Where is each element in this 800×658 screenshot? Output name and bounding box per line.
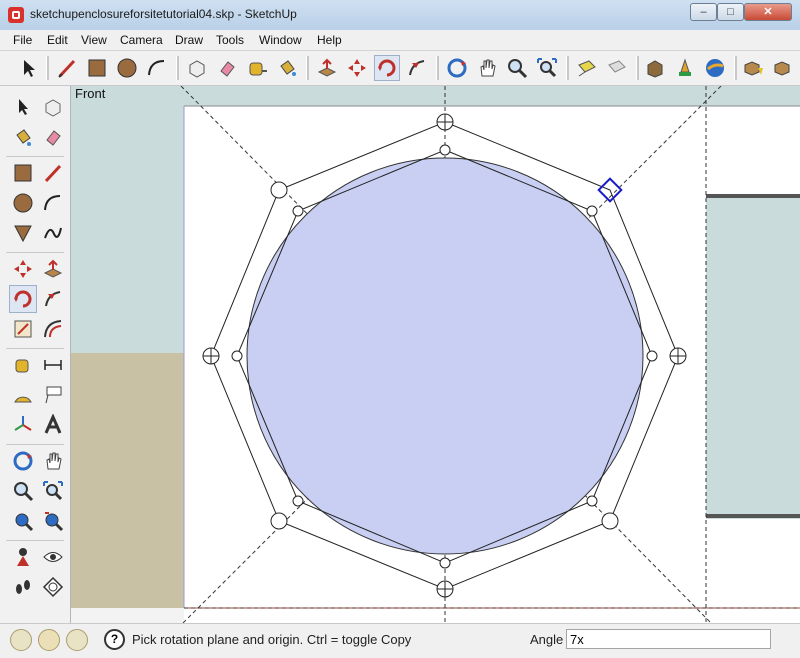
circle-face	[246, 157, 644, 555]
zoom-icon[interactable]	[9, 477, 37, 505]
3d-warehouse-icon[interactable]	[642, 55, 668, 81]
menu-edit[interactable]: Edit	[47, 33, 68, 47]
title-bar: sketchupenclosureforsitetutorial04.skp -…	[0, 0, 800, 31]
arc-icon[interactable]	[144, 55, 170, 81]
polygon-icon[interactable]	[9, 219, 37, 247]
model-canvas[interactable]	[71, 86, 800, 623]
sky-area	[71, 86, 184, 353]
paint-bucket-icon[interactable]	[274, 55, 300, 81]
help-icon[interactable]: ?	[104, 629, 125, 650]
move-icon[interactable]	[344, 55, 370, 81]
close-button[interactable]: ✕	[744, 3, 792, 21]
select-icon[interactable]	[9, 93, 37, 121]
menu-tools[interactable]: Tools	[216, 33, 244, 47]
walk-icon[interactable]	[9, 573, 37, 601]
minimize-button[interactable]: –	[690, 3, 717, 21]
orbit-icon[interactable]	[444, 55, 470, 81]
rotate-icon[interactable]	[374, 55, 400, 81]
menu-camera[interactable]: Camera	[120, 33, 163, 47]
paint-bucket-icon[interactable]	[9, 123, 37, 151]
scale-icon[interactable]	[9, 315, 37, 343]
measurements-label: Angle	[530, 632, 564, 647]
geo-location-icon[interactable]	[10, 629, 32, 651]
push-pull-icon[interactable]	[314, 55, 340, 81]
drawing-viewport[interactable]: Front	[71, 86, 800, 623]
window-title: sketchupenclosureforsitetutorial04.skp -…	[30, 7, 297, 21]
follow-me-icon[interactable]	[404, 55, 430, 81]
move-icon[interactable]	[9, 255, 37, 283]
arc-icon[interactable]	[39, 189, 67, 217]
tape-measure-icon[interactable]	[9, 351, 37, 379]
get-models-icon[interactable]	[740, 55, 766, 81]
menu-file[interactable]: File	[13, 33, 32, 47]
right-wall	[706, 194, 800, 519]
circle-icon[interactable]	[114, 55, 140, 81]
scene-label: Front	[75, 86, 106, 101]
components-icon[interactable]	[770, 55, 796, 81]
eraser-icon[interactable]	[39, 123, 67, 151]
measurements-input[interactable]: 7x	[566, 629, 771, 649]
section-plane-icon[interactable]	[39, 573, 67, 601]
push-pull-icon[interactable]	[39, 255, 67, 283]
rectangle-icon[interactable]	[9, 159, 37, 187]
rotate-icon[interactable]	[9, 285, 37, 313]
menu-draw[interactable]: Draw	[175, 33, 203, 47]
make-component-icon[interactable]	[39, 93, 67, 121]
previous-icon[interactable]	[39, 507, 67, 535]
rectangle-icon[interactable]	[84, 55, 110, 81]
dimension-icon[interactable]	[39, 351, 67, 379]
look-around-icon[interactable]	[39, 543, 67, 571]
follow-me-icon[interactable]	[39, 285, 67, 313]
protractor-icon[interactable]	[9, 381, 37, 409]
sketchup-app-icon[interactable]	[8, 7, 24, 23]
ground-area	[71, 353, 184, 608]
select-icon[interactable]	[16, 55, 42, 81]
orbit-icon[interactable]	[9, 447, 37, 475]
make-component-icon[interactable]	[184, 55, 210, 81]
zoom-icon[interactable]	[504, 55, 530, 81]
pan-icon[interactable]	[474, 55, 500, 81]
next-view-icon[interactable]	[604, 55, 630, 81]
maximize-button[interactable]: □	[717, 3, 744, 21]
tool-palette	[0, 86, 71, 623]
credits-icon[interactable]	[38, 629, 60, 651]
menu-window[interactable]: Window	[259, 33, 302, 47]
line-icon[interactable]	[39, 159, 67, 187]
status-hint: Pick rotation plane and origin. Ctrl = t…	[132, 632, 412, 647]
text-icon[interactable]	[39, 381, 67, 409]
menu-bar: File Edit View Camera Draw Tools Window …	[0, 30, 800, 51]
main-toolbar	[0, 51, 800, 86]
zoom-window-icon[interactable]	[39, 477, 67, 505]
status-bar: ? Pick rotation plane and origin. Ctrl =…	[0, 623, 800, 658]
position-camera-icon[interactable]	[9, 543, 37, 571]
eraser-icon[interactable]	[214, 55, 240, 81]
previous-view-icon[interactable]	[574, 55, 600, 81]
account-icon[interactable]	[66, 629, 88, 651]
3d-text-icon[interactable]	[39, 411, 67, 439]
freehand-icon[interactable]	[39, 219, 67, 247]
zoom-extents-icon[interactable]	[9, 507, 37, 535]
tape-measure-icon[interactable]	[244, 55, 270, 81]
circle-icon[interactable]	[9, 189, 37, 217]
share-model-icon[interactable]	[672, 55, 698, 81]
google-earth-icon[interactable]	[702, 55, 728, 81]
axes-icon[interactable]	[9, 411, 37, 439]
menu-help[interactable]: Help	[317, 33, 342, 47]
zoom-extents-icon[interactable]	[534, 55, 560, 81]
menu-view[interactable]: View	[81, 33, 107, 47]
pan-icon[interactable]	[39, 447, 67, 475]
offset-icon[interactable]	[39, 315, 67, 343]
top-wall-band	[184, 86, 800, 106]
line-icon[interactable]	[54, 55, 80, 81]
